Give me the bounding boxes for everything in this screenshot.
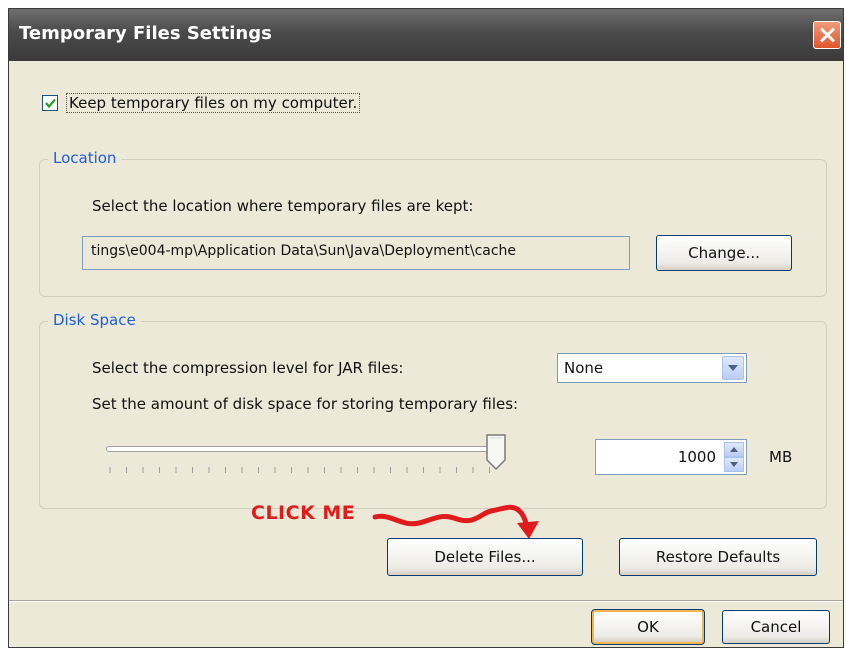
location-instruction: Select the location where temporary file… [92,197,474,215]
spinner-up-icon[interactable] [724,442,744,457]
spinner-down-icon[interactable] [724,457,744,472]
compression-value: None [564,359,604,377]
checkmark-icon [45,98,56,109]
disk-space-value[interactable]: 1000 [678,448,716,466]
chevron-down-icon[interactable] [722,356,744,380]
ok-button[interactable]: OK [591,609,705,645]
slider-ticks [109,467,490,473]
window-title: Temporary Files Settings [19,23,272,44]
keep-files-label[interactable]: Keep temporary files on my computer. [66,93,361,113]
disk-space-slider-track[interactable] [106,446,504,452]
location-group-title: Location [48,149,122,167]
click-me-annotation: CLICK ME [251,502,356,524]
footer-separator [9,600,843,602]
compression-label: Select the compression level for JAR fil… [92,359,404,377]
dialog-window: Temporary Files Settings Keep temporary … [8,8,844,648]
disk-space-group: Disk Space [39,311,827,509]
unit-label: MB [769,448,793,466]
disk-space-group-title: Disk Space [48,311,141,329]
location-group: Location [39,149,827,297]
change-button[interactable]: Change... [656,235,792,271]
disk-space-slider-thumb[interactable] [485,433,507,471]
close-icon[interactable] [813,21,841,49]
compression-select[interactable]: None [557,353,747,383]
restore-defaults-button[interactable]: Restore Defaults [619,538,817,576]
cache-path-field[interactable]: tings\e004-mp\Application Data\Sun\Java\… [82,236,630,270]
disk-amount-label: Set the amount of disk space for storing… [92,395,519,413]
delete-files-button[interactable]: Delete Files... [387,538,583,576]
hand-drawn-arrow-icon [372,504,539,539]
cancel-button[interactable]: Cancel [722,610,830,644]
title-bar[interactable]: Temporary Files Settings [9,9,843,61]
keep-files-checkbox[interactable] [42,95,58,111]
disk-space-spinner[interactable]: 1000 [595,439,747,475]
